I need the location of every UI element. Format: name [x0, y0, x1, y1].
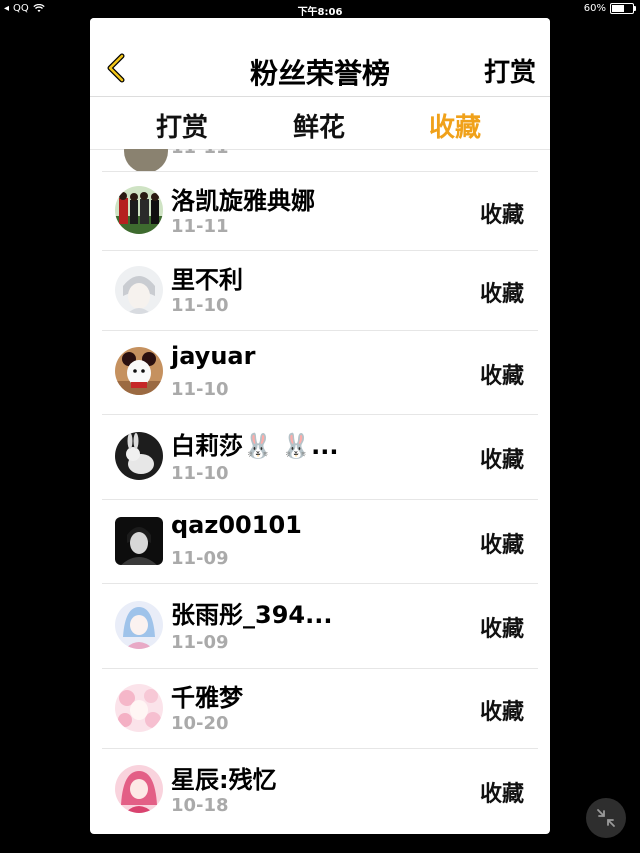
list-item-date: 11-09 — [171, 632, 229, 653]
header: 粉丝荣誉榜 打赏 — [90, 18, 550, 97]
list-item-name: 洛凯旋雅典娜 — [171, 187, 315, 215]
tab-favorites[interactable]: 收藏 — [429, 107, 481, 144]
list-item-date: 10-20 — [171, 713, 229, 734]
avatar — [115, 517, 163, 565]
battery-percent: 60% — [583, 3, 606, 14]
list-item-action: 收藏 — [479, 282, 524, 307]
avatar — [115, 765, 163, 813]
status-right: 60% — [583, 3, 636, 14]
list-item-date: 11-11 — [171, 149, 229, 158]
avatar — [115, 347, 163, 395]
list-item-date: 10-18 — [171, 795, 229, 816]
list-item-action: 收藏 — [479, 782, 524, 807]
list-item[interactable]: qaz00101 11-09 收藏 — [102, 499, 538, 584]
list-item-name: 白莉莎🐰 🐰... — [171, 432, 339, 460]
status-time: 下午8:06 — [297, 7, 343, 18]
list-item-action: 收藏 — [479, 617, 524, 642]
tab-reward[interactable]: 打赏 — [156, 107, 208, 144]
tab-bar: 打赏 鲜花 收藏 — [90, 97, 550, 150]
list-item[interactable]: 白莉莎🐰 🐰... 11-10 收藏 — [102, 414, 538, 500]
avatar — [115, 684, 163, 732]
list-item-action: 收藏 — [479, 203, 524, 228]
tab-flowers[interactable]: 鲜花 — [293, 107, 345, 144]
list-item-action: 收藏 — [479, 533, 524, 558]
page-title: 粉丝荣誉榜 — [249, 57, 390, 90]
avatar — [115, 432, 163, 480]
list-item-name: 里不利 — [171, 266, 243, 294]
list-item-action: 收藏 — [479, 448, 524, 473]
list-item[interactable]: jayuar 11-10 收藏 — [102, 330, 538, 415]
list-item[interactable]: 千雅梦 10-20 收藏 — [102, 668, 538, 749]
list-item[interactable]: 里不利 11-10 收藏 — [102, 250, 538, 331]
list-item-date: 11-10 — [171, 295, 229, 316]
avatar — [124, 149, 168, 171]
list-item-partial[interactable]: 11-11 — [102, 149, 538, 172]
reward-button[interactable]: 打赏 — [484, 52, 536, 89]
list-item-name: 张雨彤_394... — [171, 601, 333, 629]
avatar — [115, 601, 163, 649]
list-item[interactable]: 洛凯旋雅典娜 11-11 收藏 — [102, 171, 538, 251]
list-item-date: 11-09 — [171, 548, 229, 569]
avatar — [115, 186, 163, 234]
list-item-action: 收藏 — [479, 364, 524, 389]
list-item-date: 11-10 — [171, 379, 229, 400]
list-item-date: 11-11 — [171, 216, 229, 237]
favorites-list: 11-11 洛凯旋雅典娜 11-11 收藏 — [90, 149, 550, 834]
list-item[interactable]: 星辰:残忆 10-18 收藏 — [102, 748, 538, 834]
battery-fill — [612, 5, 624, 12]
fans-honor-panel: 粉丝荣誉榜 打赏 打赏 鲜花 收藏 11-11 — [90, 18, 550, 834]
avatar — [115, 266, 163, 314]
list-item[interactable]: 张雨彤_394... 11-09 收藏 — [102, 583, 538, 669]
list-item-date: 11-10 — [171, 463, 229, 484]
list-item-name: 千雅梦 — [171, 684, 243, 712]
list-item-name: 星辰:残忆 — [171, 766, 277, 794]
list-item-action: 收藏 — [479, 700, 524, 725]
status-bar: ◂ QQ 下午8:06 60% — [0, 0, 640, 18]
battery-icon — [610, 3, 636, 14]
list-item-name: jayuar — [171, 342, 256, 370]
collapse-arrows-icon — [597, 809, 615, 827]
list-item-name: qaz00101 — [171, 511, 302, 539]
minimize-button[interactable] — [586, 798, 626, 838]
